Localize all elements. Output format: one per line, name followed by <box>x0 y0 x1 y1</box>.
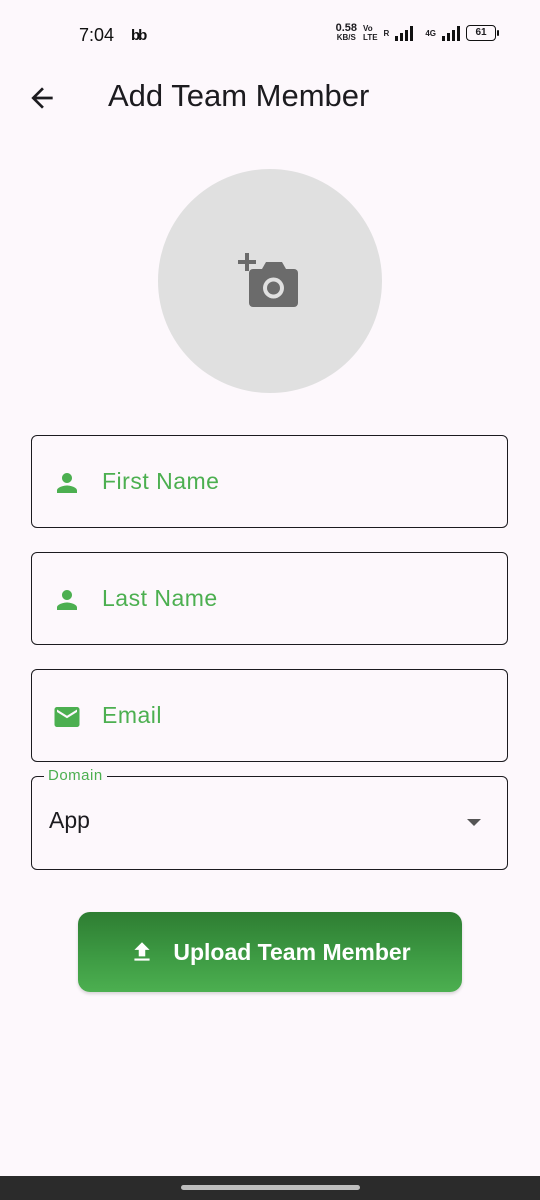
volte-bottom: LTE <box>363 33 378 42</box>
domain-dropdown[interactable]: Domain App <box>31 767 508 870</box>
status-indicators: 0.58 KB/S Vo LTE R 4G 61 <box>335 22 499 43</box>
volte-icon: Vo LTE <box>363 24 378 42</box>
network-type: 4G <box>425 28 436 38</box>
network-speed-unit: KB/S <box>336 33 356 42</box>
avatar-picker[interactable] <box>158 169 382 393</box>
back-button[interactable] <box>26 82 58 114</box>
first-name-input[interactable] <box>102 436 492 526</box>
domain-selected-value: App <box>49 807 90 833</box>
person-icon <box>57 473 77 493</box>
notification-app-icon: bb <box>131 27 147 44</box>
domain-label: Domain <box>44 767 107 784</box>
first-name-field[interactable] <box>31 435 508 528</box>
add-a-photo-icon <box>238 253 298 307</box>
person-icon <box>57 590 77 610</box>
status-bar: 7:04 bb 0.58 KB/S Vo LTE R 4G 61 <box>0 0 540 72</box>
signal-strength-icon <box>395 25 414 41</box>
email-field[interactable] <box>31 669 508 762</box>
battery-icon: 61 <box>466 25 499 41</box>
upload-icon <box>134 942 150 961</box>
status-time: 7:04 <box>79 25 115 45</box>
system-nav-bar <box>0 1176 540 1200</box>
signal-strength-icon-2 <box>442 25 460 41</box>
email-input[interactable] <box>102 670 492 760</box>
network-speed-value: 0.58 <box>335 22 358 34</box>
roaming-indicator: R <box>383 28 390 38</box>
mail-icon <box>54 707 80 727</box>
page-title: Add Team Member <box>108 78 370 113</box>
volte-top: Vo <box>363 24 373 33</box>
home-gesture-handle[interactable] <box>181 1185 360 1190</box>
arrow-left-icon <box>31 87 53 109</box>
upload-team-member-button[interactable]: Upload Team Member <box>78 912 462 992</box>
dropdown-arrow-icon <box>467 819 481 826</box>
battery-level: 61 <box>475 27 487 38</box>
network-speed: 0.58 KB/S <box>335 22 358 43</box>
upload-button-label: Upload Team Member <box>173 938 411 965</box>
last-name-input[interactable] <box>102 553 492 643</box>
last-name-field[interactable] <box>31 552 508 645</box>
app-bar: Add Team Member <box>0 72 540 122</box>
